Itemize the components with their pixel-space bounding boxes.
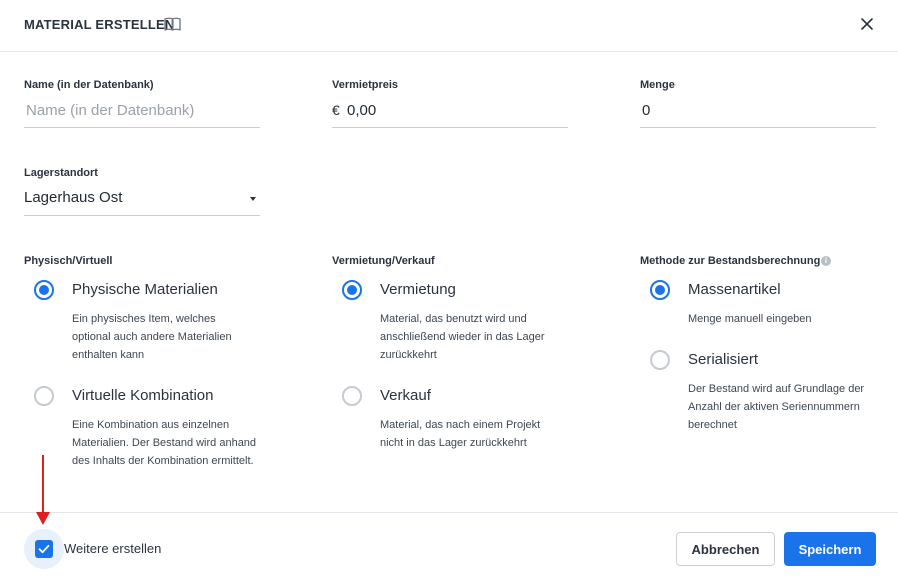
dialog-title: MATERIAL ERSTELLEN [24,17,175,32]
option-desc-rental: Material, das benutzt wird und anschließ… [380,313,545,361]
option-label-physical: Physische Materialien [72,281,218,298]
radio-rental[interactable] [342,280,362,300]
book-open-icon[interactable] [164,17,181,31]
physical-group-label: Physisch/Virtuell [24,255,113,267]
quantity-field [640,94,876,128]
quantity-label: Menge [640,79,675,91]
price-input[interactable] [332,94,568,126]
option-label-serialized: Serialisiert [688,351,759,368]
name-label: Name (in der Datenbank) [24,79,154,91]
radio-serialized[interactable] [650,350,670,370]
name-input[interactable] [24,94,260,126]
method-group-label: Methode zur Bestandsberechnung [640,255,821,267]
price-field: € [332,94,568,128]
location-value: Lagerhaus Ost [24,189,123,206]
location-select[interactable]: Lagerhaus Ost [24,182,260,216]
create-more-label[interactable]: Weitere erstellen [64,541,161,556]
radio-physical[interactable] [34,280,54,300]
price-label: Vermietpreis [332,79,399,91]
option-label-sale: Verkauf [380,387,431,404]
create-more-checkbox[interactable] [35,540,53,558]
rental-group-label: Vermietung/Verkauf [332,255,435,267]
name-field [24,94,260,128]
location-label: Lagerstandort [24,167,98,179]
radio-virtual[interactable] [34,386,54,406]
cancel-button[interactable]: Abbrechen [676,532,775,566]
option-label-rental: Vermietung [380,281,456,298]
option-label-bulk: Massenartikel [688,281,781,298]
option-desc-virtual: Eine Kombination aus einzelnen Materiali… [72,419,257,467]
quantity-input[interactable] [640,94,876,126]
option-label-virtual: Virtuelle Kombination [72,387,214,404]
dialog-header: MATERIAL ERSTELLEN [0,0,898,52]
info-icon[interactable]: i [821,256,831,266]
annotation-arrow-icon [36,455,50,525]
checkmark-icon [38,544,50,554]
radio-bulk[interactable] [650,280,670,300]
option-desc-sale: Material, das nach einem Projekt nicht i… [380,419,541,449]
radio-sale[interactable] [342,386,362,406]
option-desc-physical: Ein physisches Item, welches optional au… [72,313,232,361]
currency-prefix: € [332,102,340,118]
option-desc-bulk: Menge manuell eingeben [688,313,812,325]
close-icon[interactable] [857,14,877,34]
save-button[interactable]: Speichern [784,532,876,566]
caret-down-icon [250,197,256,201]
option-desc-serialized: Der Bestand wird auf Grundlage der Anzah… [688,383,865,431]
